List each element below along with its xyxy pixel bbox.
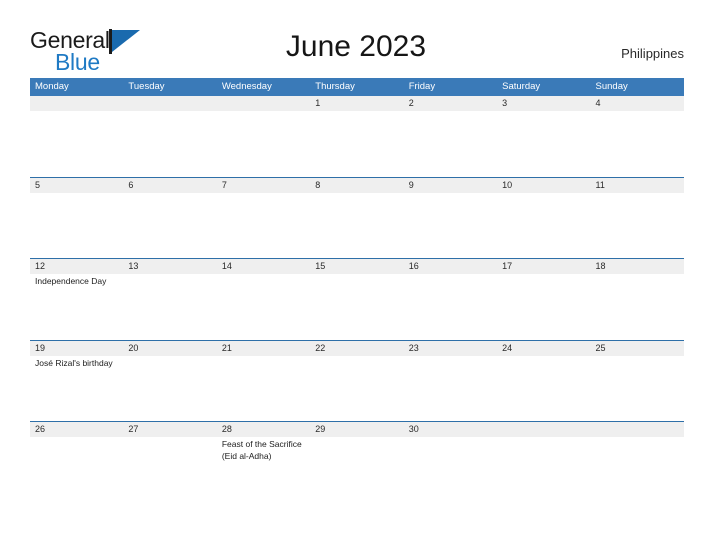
event-strip — [30, 111, 684, 176]
day-event — [30, 193, 123, 258]
day-event: Independence Day — [35, 276, 107, 286]
date-number-strip: 12 13 14 15 16 17 18 — [30, 259, 684, 274]
weekday-tuesday: Tuesday — [128, 81, 165, 92]
day-number[interactable]: 7 — [217, 178, 310, 193]
day-event — [310, 111, 403, 176]
day-event — [310, 274, 403, 339]
day-number[interactable]: 27 — [123, 422, 216, 437]
weekday-header-row: Monday Tuesday Wednesday Thursday Friday… — [30, 78, 684, 96]
day-number[interactable] — [217, 96, 310, 111]
date-number-strip: 26 27 28 29 30 — [30, 422, 684, 437]
day-number[interactable]: 2 — [404, 96, 497, 111]
day-event — [310, 193, 403, 258]
day-event — [591, 193, 684, 258]
week-row: 19 20 21 22 23 24 25 José Rizal's birthd… — [30, 339, 684, 422]
day-number[interactable]: 23 — [404, 341, 497, 356]
country-label: Philippines — [621, 46, 684, 61]
day-event — [30, 111, 123, 176]
day-number[interactable]: 28 — [217, 422, 310, 437]
day-event: José Rizal's birthday — [35, 357, 113, 368]
day-event — [591, 437, 684, 502]
date-number-strip: 1 2 3 4 — [30, 96, 684, 111]
day-number[interactable] — [497, 422, 590, 437]
day-event — [123, 193, 216, 258]
page-header: General Blue June 2023 Philippines — [0, 0, 712, 75]
page-title: June 2023 — [285, 30, 427, 63]
day-number[interactable]: 29 — [310, 422, 403, 437]
day-event — [404, 437, 497, 502]
day-event — [497, 356, 590, 421]
week-row: 5 6 7 8 9 10 11 — [30, 176, 684, 259]
day-event — [123, 356, 216, 421]
event-strip: José Rizal's birthday — [30, 355, 684, 421]
event-strip: Feast of the Sacrifice (Eid al-Adha) — [30, 437, 684, 502]
day-number[interactable]: 3 — [497, 96, 590, 111]
day-event — [123, 111, 216, 176]
day-event — [310, 437, 403, 502]
day-event — [497, 193, 590, 258]
day-event — [591, 274, 684, 339]
day-event — [217, 193, 310, 258]
day-number[interactable]: 17 — [497, 259, 590, 274]
week-row: 26 27 28 29 30 Feast of the Sacrifice (E… — [30, 421, 684, 503]
day-event — [497, 437, 590, 502]
day-number[interactable]: 26 — [30, 422, 123, 437]
week-row: 1 2 3 4 — [30, 96, 684, 177]
day-number[interactable]: 18 — [591, 259, 684, 274]
day-number[interactable]: 8 — [310, 178, 403, 193]
day-number[interactable]: 19 — [30, 341, 123, 356]
day-number[interactable]: 4 — [591, 96, 684, 111]
day-number[interactable]: 15 — [310, 259, 403, 274]
day-number[interactable]: 10 — [497, 178, 590, 193]
calendar-page: General Blue June 2023 Philippines Monda… — [0, 0, 712, 550]
day-number[interactable]: 30 — [404, 422, 497, 437]
day-number[interactable]: 13 — [123, 259, 216, 274]
event-strip: Independence Day — [30, 274, 684, 339]
day-number[interactable]: 20 — [123, 341, 216, 356]
day-number[interactable]: 11 — [591, 178, 684, 193]
day-number[interactable]: 14 — [217, 259, 310, 274]
day-event — [591, 111, 684, 176]
day-number[interactable]: 5 — [30, 178, 123, 193]
day-number[interactable]: 6 — [123, 178, 216, 193]
week-row: 12 13 14 15 16 17 18 Independence Day — [30, 258, 684, 340]
day-number[interactable]: 1 — [310, 96, 403, 111]
calendar-grid: Monday Tuesday Wednesday Thursday Friday… — [30, 78, 684, 503]
day-event — [404, 193, 497, 258]
day-event — [404, 111, 497, 176]
weekday-saturday: Saturday — [502, 81, 541, 92]
date-number-strip: 5 6 7 8 9 10 11 — [30, 177, 684, 193]
day-event — [497, 274, 590, 339]
day-number[interactable]: 24 — [497, 341, 590, 356]
day-event — [30, 437, 123, 502]
day-event — [217, 274, 310, 339]
day-number[interactable]: 25 — [591, 341, 684, 356]
day-event — [123, 437, 216, 502]
weekday-wednesday: Wednesday — [221, 81, 272, 92]
day-event — [404, 274, 497, 339]
day-number[interactable] — [591, 422, 684, 437]
day-number[interactable]: 16 — [404, 259, 497, 274]
day-event — [217, 356, 310, 421]
day-number[interactable] — [30, 96, 123, 111]
day-number[interactable]: 22 — [310, 341, 403, 356]
weekday-friday: Friday — [408, 81, 436, 92]
day-number[interactable]: 12 — [30, 259, 123, 274]
date-number-strip: 19 20 21 22 23 24 25 — [30, 340, 684, 356]
day-number[interactable]: 9 — [404, 178, 497, 193]
day-event — [591, 356, 684, 421]
day-number[interactable]: 21 — [217, 341, 310, 356]
day-event: Feast of the Sacrifice (Eid al-Adha) — [221, 439, 302, 461]
day-event — [217, 111, 310, 176]
weekday-sunday: Sunday — [595, 81, 628, 92]
day-event — [310, 356, 403, 421]
event-strip — [30, 192, 684, 258]
day-number[interactable] — [123, 96, 216, 111]
day-event — [404, 356, 497, 421]
weekday-thursday: Thursday — [315, 81, 355, 92]
weekday-monday: Monday — [35, 81, 69, 92]
day-event — [123, 274, 216, 339]
day-event — [497, 111, 590, 176]
